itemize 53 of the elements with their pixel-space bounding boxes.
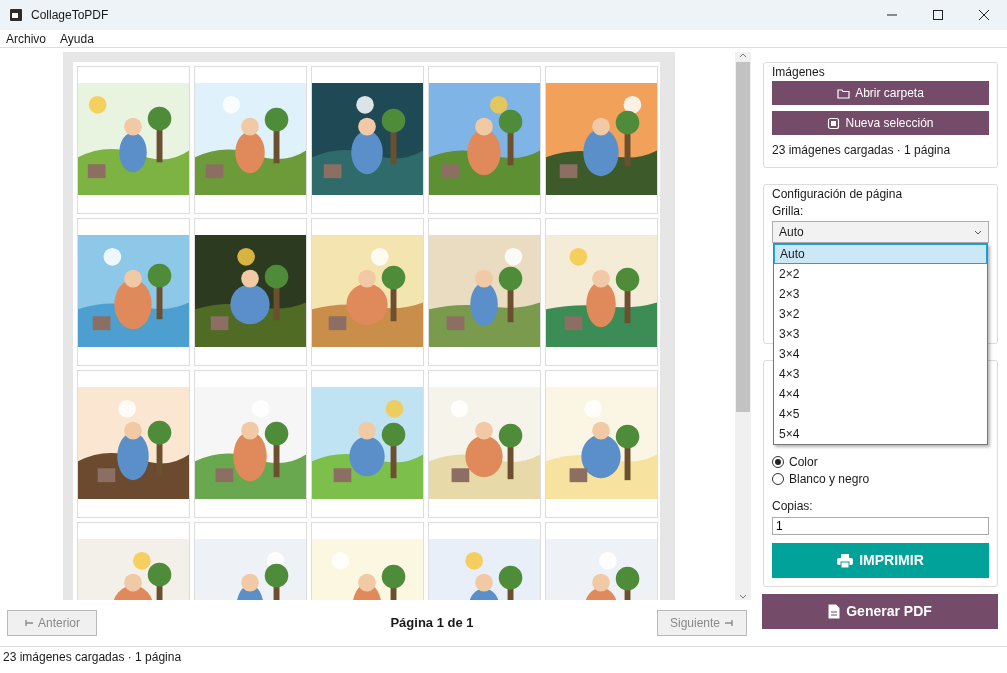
copies-field[interactable]: 1	[772, 517, 989, 535]
thumbnail-card[interactable]	[428, 370, 541, 518]
thumbnail-card[interactable]	[194, 66, 307, 214]
thumbnail-card[interactable]	[545, 66, 658, 214]
dropdown-option[interactable]: 5×4	[774, 424, 987, 444]
radio-label[interactable]: Color	[789, 452, 818, 471]
dropdown-option[interactable]: 2×2	[774, 264, 987, 284]
dropdown-option[interactable]: 3×3	[774, 324, 987, 344]
dropdown-option[interactable]: 3×4	[774, 344, 987, 364]
folder-icon	[837, 86, 851, 100]
thumbnail-card[interactable]	[77, 66, 190, 214]
thumbnail-card[interactable]	[311, 370, 424, 518]
window-title: CollageToPDF	[31, 7, 109, 24]
thumbnail-card[interactable]	[194, 218, 307, 366]
thumbnail-card[interactable]	[311, 218, 424, 366]
scrollbar-thumb[interactable]	[736, 62, 750, 412]
image-icon	[827, 116, 841, 130]
dropdown-option[interactable]: 4×4	[774, 384, 987, 404]
thumbnail-card[interactable]	[428, 66, 541, 214]
document-icon	[828, 604, 841, 619]
page-label: Página 1 de 1	[390, 614, 474, 633]
radio-label[interactable]: Blanco y negro	[789, 469, 870, 488]
thumbnail-card[interactable]	[311, 66, 424, 214]
thumbnail-card[interactable]	[428, 218, 541, 366]
thumbnail-card[interactable]	[545, 218, 658, 366]
dropdown-option[interactable]: 2×3	[774, 284, 987, 304]
printer-icon	[837, 553, 854, 568]
field-label: Copias:	[772, 498, 814, 515]
thumbnail-card[interactable]	[545, 370, 658, 518]
action-button[interactable]: Nueva selección	[772, 111, 989, 135]
thumbnail-card[interactable]	[194, 370, 307, 518]
status-text: 23 imágenes cargadas · 1 página	[0, 646, 1007, 666]
menu-item[interactable]: Ayuda	[60, 29, 94, 48]
maximize-icon	[933, 10, 943, 20]
image-summary: 23 imágenes cargadas · 1 página	[772, 142, 952, 159]
dropdown-option[interactable]: Auto	[774, 244, 987, 264]
chevron-icon	[974, 229, 982, 235]
dropdown-option[interactable]: 4×5	[774, 404, 987, 424]
left-arrow-icon	[24, 619, 34, 627]
thumbnail-card[interactable]	[77, 370, 190, 518]
dropdown-option[interactable]: 3×2	[774, 304, 987, 324]
right-arrow-icon	[724, 619, 734, 627]
close-icon	[979, 10, 989, 20]
scroll-up-icon	[739, 52, 747, 58]
app-icon	[9, 8, 23, 22]
action-button[interactable]: Abrir carpeta	[772, 81, 989, 105]
scroll-down-icon	[739, 594, 747, 600]
generate-pdf-button[interactable]: Generar PDF	[762, 594, 998, 629]
dropdown-option[interactable]: 4×3	[774, 364, 987, 384]
field-label: Grilla:	[772, 203, 805, 219]
menu-item[interactable]: Archivo	[6, 29, 46, 48]
thumbnail-card[interactable]	[77, 218, 190, 366]
vertical-scrollbar[interactable]	[735, 52, 751, 600]
